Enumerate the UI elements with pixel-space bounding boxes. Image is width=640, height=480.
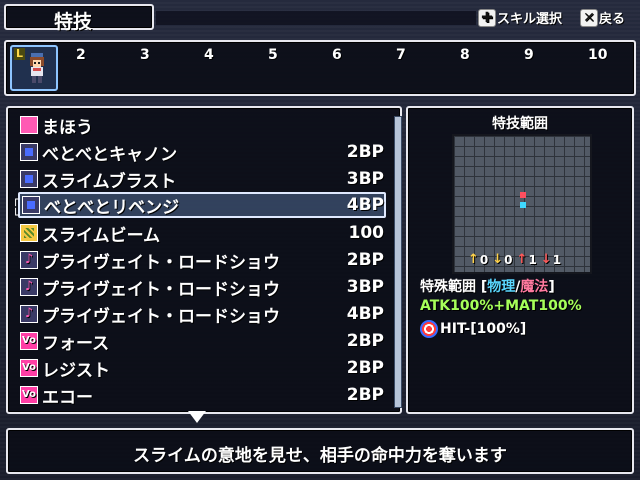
cursor-corner-tl-icon: ┌	[12, 192, 20, 206]
skill-name: プライヴェイト・ロードショウ	[42, 279, 280, 300]
skill-name: レジスト	[42, 360, 110, 381]
modifier-down-red: ↓ 1	[540, 252, 562, 267]
skill-cost: 3BP	[346, 169, 384, 189]
vo-skill-icon: Vo	[20, 332, 38, 350]
skill-cost: 2BP	[346, 385, 384, 405]
magic-type: 魔法	[520, 279, 549, 295]
arrow-down-icon: ↓	[540, 252, 552, 267]
skill-row[interactable]: Vo フォース 2BP	[20, 328, 384, 354]
header-bar	[156, 11, 476, 25]
hit-line: HIT-[100%]	[420, 320, 526, 338]
cursor-corner-bl-icon: └	[12, 208, 20, 222]
arrow-up-icon: ↑	[468, 252, 479, 267]
scroll-down-arrow-icon[interactable]	[188, 411, 206, 423]
skill-row[interactable]: ♪ プライヴェイト・ロードショウ 2BP	[20, 247, 384, 273]
skill-name: スライムビーム	[42, 225, 161, 246]
party-slot-9[interactable]: 9	[524, 47, 534, 63]
character-sprite-icon	[30, 53, 44, 83]
skill-name: スライムブラスト	[42, 171, 177, 192]
skill-row[interactable]: ♪ プライヴェイト・ロードショウ 4BP	[20, 301, 384, 327]
skill-description: スライムの意地を見せ、相手の命中力を奪います	[133, 446, 507, 466]
music-note-icon: ♪	[20, 251, 38, 269]
back-hint[interactable]: ✕ 戻る	[580, 8, 625, 27]
party-bar: L 2 3 4 5 6 7 8 9 10	[4, 40, 636, 96]
party-slot-8[interactable]: 8	[460, 47, 470, 63]
vo-skill-icon: Vo	[20, 386, 38, 404]
physical-type: 物理	[487, 279, 516, 295]
party-slot-2[interactable]: 2	[76, 47, 86, 63]
skill-cost: 4BP	[346, 195, 384, 215]
skill-square-icon	[20, 143, 38, 161]
hit-target-icon	[420, 320, 438, 338]
dpad-icon: ✚	[478, 8, 496, 27]
modifier-up-yellow: ↑ 0	[468, 252, 489, 267]
range-title: 特技範囲	[492, 116, 548, 132]
skill-row[interactable]: Vo レジスト 2BP	[20, 355, 384, 381]
range-modifiers: ↑ 0 ↓ 0 ↑ 1 ↓ 1	[468, 252, 561, 267]
skill-row-selected[interactable]: べとべとリベンジ 4BP	[18, 192, 386, 218]
skill-row[interactable]: スライムビーム 100	[20, 220, 384, 246]
skill-cost: 2BP	[346, 331, 384, 351]
leader-badge: L	[14, 47, 26, 60]
skill-cost: 2BP	[346, 358, 384, 378]
skill-square-icon	[20, 170, 38, 188]
beam-skill-icon	[20, 224, 38, 242]
modifier-down-yellow: ↓ 0	[492, 252, 513, 267]
music-note-plus1-icon: ♪	[20, 278, 38, 296]
skill-cost: 100	[348, 223, 385, 243]
skill-name: べとべとリベンジ	[44, 197, 180, 218]
x-button-icon: ✕	[580, 8, 598, 27]
page-title: 特技	[54, 11, 93, 33]
skill-category-row[interactable]: まほう	[20, 112, 384, 138]
music-note-plus2-icon: ♪	[20, 305, 38, 323]
skill-select-label: スキル選択	[497, 12, 563, 27]
scrollbar[interactable]	[394, 116, 402, 408]
skill-list: まほう べとべとキャノン 2BP スライムブラスト 3BP べとべとリベンジ 4…	[6, 106, 402, 414]
party-slot-6[interactable]: 6	[332, 47, 342, 63]
skill-row[interactable]: Vo エコー 2BP	[20, 382, 384, 408]
skill-name: エコー	[42, 387, 93, 408]
vo-skill-icon: Vo	[20, 359, 38, 377]
party-slot-10[interactable]: 10	[588, 47, 607, 63]
special-range-line: 特殊範囲 [物理/魔法]	[420, 279, 555, 295]
skill-square-icon	[22, 196, 40, 214]
skill-row[interactable]: スライムブラスト 3BP	[20, 166, 384, 192]
skill-row[interactable]: ♪ プライヴェイト・ロードショウ 3BP	[20, 274, 384, 300]
magic-category-icon	[20, 116, 38, 134]
arrow-up-icon: ↑	[516, 252, 528, 267]
range-panel: 特技範囲 ↑ 0 ↓ 0 ↑ 1 ↓ 1 特殊範囲 [物理/魔法] ATK100%+MA…	[406, 106, 634, 414]
party-slot-active[interactable]: L	[10, 45, 58, 91]
skill-select-hint[interactable]: ✚ スキル選択	[478, 8, 562, 27]
party-slot-7[interactable]: 7	[396, 47, 406, 63]
party-slot-4[interactable]: 4	[204, 47, 214, 63]
skill-cost: 3BP	[346, 277, 384, 297]
arrow-down-icon: ↓	[492, 252, 504, 267]
skill-name: プライヴェイト・ロードショウ	[42, 306, 280, 327]
back-label: 戻る	[599, 12, 626, 27]
title-panel: 特技	[4, 4, 154, 33]
skill-cost: 4BP	[346, 304, 384, 324]
skill-name: まほう	[42, 117, 93, 138]
skill-name: べとべとキャノン	[42, 144, 178, 165]
skill-row[interactable]: べとべとキャノン 2BP	[20, 139, 384, 165]
range-origin-cell	[520, 202, 526, 208]
modifier-up-red: ↑ 1	[516, 252, 537, 267]
skill-name: フォース	[42, 333, 110, 354]
skill-cost: 2BP	[346, 142, 384, 162]
party-slot-5[interactable]: 5	[268, 47, 278, 63]
range-target-cell	[520, 192, 526, 198]
party-slot-3[interactable]: 3	[140, 47, 150, 63]
description-panel: スライムの意地を見せ、相手の命中力を奪います	[6, 428, 634, 474]
skill-cost: 2BP	[346, 250, 384, 270]
skill-name: プライヴェイト・ロードショウ	[42, 252, 280, 273]
damage-formula: ATK100%+MAT100%	[420, 298, 582, 314]
